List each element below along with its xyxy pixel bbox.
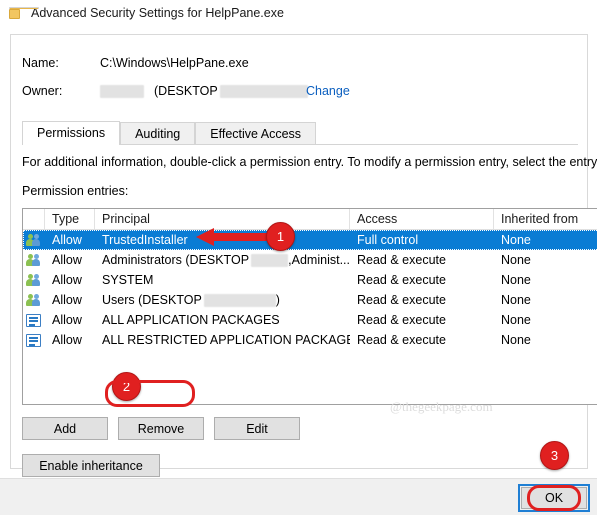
row-principal: TrustedInstaller <box>102 232 188 247</box>
row-inherited-from: None <box>501 232 531 247</box>
app-package-icon <box>26 333 41 347</box>
table-row[interactable]: Allow ALL RESTRICTED APPLICATION PACKAGE… <box>23 330 597 350</box>
column-header-principal[interactable]: Principal <box>95 209 350 229</box>
users-icon <box>26 233 42 247</box>
list-header-row: Type Principal Access Inherited from <box>23 209 597 230</box>
row-inherited-from: None <box>501 252 531 267</box>
row-principal: Users (DESKTOP ) <box>95 291 350 310</box>
enable-inheritance-button[interactable]: Enable inheritance <box>22 454 160 477</box>
row-icon-cell <box>23 313 45 327</box>
row-inherited-from: None <box>501 272 531 287</box>
row-principal: Administrators (DESKTOP ,Administ... <box>95 251 350 270</box>
dialog-body: Name: C:\Windows\HelpPane.exe Owner: (DE… <box>0 26 597 478</box>
tab-strip: Permissions Auditing Effective Access <box>22 121 578 145</box>
row-principal-redacted <box>251 253 289 267</box>
tab-auditing[interactable]: Auditing <box>120 122 196 145</box>
row-principal-text: Users (DESKTOP <box>102 292 202 307</box>
permission-entries-list[interactable]: Type Principal Access Inherited from All… <box>22 208 597 405</box>
row-icon-cell <box>23 233 45 247</box>
row-inherited-from: None <box>501 292 531 307</box>
change-owner-link[interactable]: Change <box>306 84 350 98</box>
tab-effective-access[interactable]: Effective Access <box>195 122 317 145</box>
tab-permissions[interactable]: Permissions <box>22 121 121 145</box>
settings-panel: Name: C:\Windows\HelpPane.exe Owner: (DE… <box>10 34 597 477</box>
permission-entries-label: Permission entries: <box>22 184 129 198</box>
column-header-access[interactable]: Access <box>350 209 494 229</box>
info-text: For additional information, double-click… <box>22 155 597 169</box>
edit-button[interactable]: Edit <box>214 417 300 440</box>
owner-value: (DESKTOP <box>154 84 218 98</box>
row-icon-cell <box>23 333 45 347</box>
row-type: Allow <box>52 292 82 307</box>
owner-label: Owner: <box>22 84 63 98</box>
row-inherited-from: None <box>501 332 531 347</box>
table-row[interactable]: Allow SYSTEM Read & execute None <box>23 270 597 290</box>
column-header-icon <box>23 209 45 229</box>
users-icon <box>26 273 42 287</box>
row-type: Allow <box>52 272 82 287</box>
row-access: Full control <box>357 232 419 247</box>
window-title: Advanced Security Settings for HelpPane.… <box>31 6 284 20</box>
row-principal: ALL APPLICATION PACKAGES <box>102 312 280 327</box>
row-principal-suffix: ,Administ... <box>288 252 350 267</box>
row-access: Read & execute <box>357 292 446 307</box>
table-row[interactable]: Allow ALL APPLICATION PACKAGES Read & ex… <box>23 310 597 330</box>
folder-icon <box>9 7 39 19</box>
table-row[interactable]: Allow TrustedInstaller Full control None <box>23 230 597 250</box>
users-icon <box>26 253 42 267</box>
owner-change-wrap: Change <box>306 83 350 99</box>
row-icon-cell <box>23 253 45 267</box>
row-type: Allow <box>52 232 82 247</box>
name-value: C:\Windows\HelpPane.exe <box>100 56 249 70</box>
row-principal-text: Administrators (DESKTOP <box>102 252 250 267</box>
row-principal-redacted <box>203 293 276 307</box>
column-header-inherited-from[interactable]: Inherited from <box>494 209 597 229</box>
row-access: Read & execute <box>357 312 446 327</box>
remove-button[interactable]: Remove <box>118 417 204 440</box>
add-button[interactable]: Add <box>22 417 108 440</box>
table-row[interactable]: Allow Administrators (DESKTOP ,Administ.… <box>23 250 597 270</box>
table-row[interactable]: Allow Users (DESKTOP ) Read & execute No… <box>23 290 597 310</box>
name-label: Name: <box>22 56 59 70</box>
column-header-type[interactable]: Type <box>45 209 95 229</box>
watermark: @thegeekpage.com <box>390 399 493 414</box>
row-type: Allow <box>52 252 82 267</box>
row-inherited-from: None <box>501 312 531 327</box>
row-icon-cell <box>23 293 45 307</box>
title-bar: Advanced Security Settings for HelpPane.… <box>0 0 597 26</box>
row-access: Read & execute <box>357 332 446 347</box>
users-icon <box>26 293 42 307</box>
row-access: Read & execute <box>357 252 446 267</box>
owner-redacted-block-1 <box>100 84 144 98</box>
row-type: Allow <box>52 312 82 327</box>
row-access: Read & execute <box>357 272 446 287</box>
row-type: Allow <box>52 332 82 347</box>
name-row: Name: C:\Windows\HelpPane.exe <box>22 55 249 71</box>
row-principal: SYSTEM <box>102 272 154 287</box>
owner-redacted-block-2 <box>219 84 308 98</box>
row-principal: ALL RESTRICTED APPLICATION PACKAGES <box>102 332 350 347</box>
app-package-icon <box>26 313 41 327</box>
ok-button[interactable]: OK <box>521 487 587 509</box>
owner-row: Owner: (DESKTOP <box>22 83 308 99</box>
row-icon-cell <box>23 273 45 287</box>
dialog-footer: OK <box>0 478 597 515</box>
row-principal-suffix: ) <box>275 292 280 307</box>
